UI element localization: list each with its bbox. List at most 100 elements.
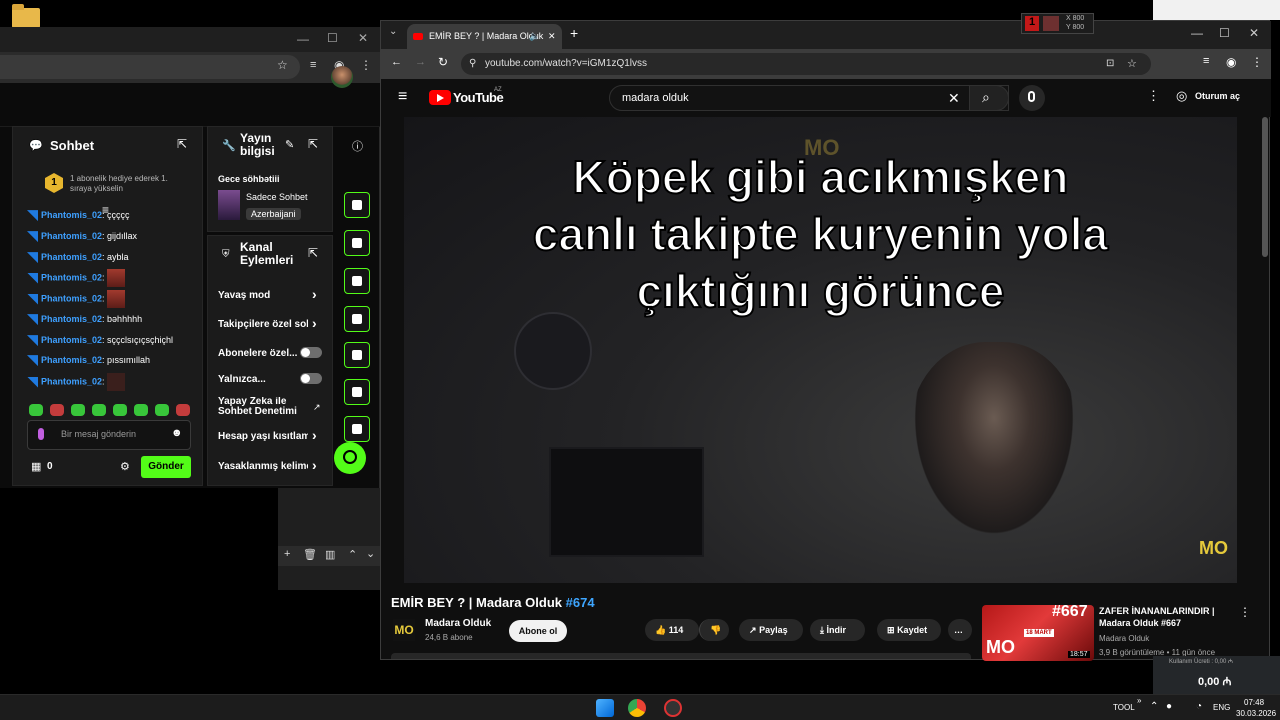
panel-icon[interactable]: ▥ bbox=[325, 548, 335, 561]
start-button-icon[interactable] bbox=[596, 699, 614, 717]
voice-search-button[interactable] bbox=[1019, 85, 1045, 111]
chevron-right-icon[interactable]: › bbox=[312, 427, 317, 443]
minimize-icon[interactable]: — bbox=[297, 32, 309, 46]
chat-username[interactable]: Phantomis_02 bbox=[41, 272, 102, 282]
media-controls-icon[interactable]: ≡ bbox=[1203, 55, 1209, 67]
more-actions-button[interactable]: … bbox=[948, 619, 972, 641]
close-icon[interactable]: ✕ bbox=[358, 31, 368, 45]
chat-username[interactable]: Phantomis_02 bbox=[41, 335, 102, 345]
bookmark-star-icon[interactable]: ☆ bbox=[1127, 53, 1137, 75]
tray-tool-label[interactable]: TOOL bbox=[1113, 703, 1135, 712]
clear-search-icon[interactable]: ✕ bbox=[948, 86, 960, 110]
back-icon[interactable]: ← bbox=[391, 56, 402, 68]
gift-leaderboard-text[interactable]: 1 abonelik hediye ederek 1. sıraya yükse… bbox=[70, 174, 168, 194]
chat-username[interactable]: Phantomis_02 bbox=[41, 293, 102, 303]
maximize-icon[interactable]: ☐ bbox=[327, 31, 338, 45]
emote-icon[interactable] bbox=[71, 404, 85, 416]
emote-icon[interactable] bbox=[92, 404, 106, 416]
chat-message[interactable]: Phantomis_02: bbox=[27, 373, 126, 391]
chat-message[interactable]: Phantomis_02: pıssımıllah bbox=[27, 352, 150, 368]
video-hashtag-link[interactable]: #674 bbox=[566, 595, 595, 610]
chat-message[interactable]: Phantomis_02: bbox=[27, 269, 126, 287]
chevron-down-icon[interactable]: ⌄ bbox=[366, 547, 375, 560]
scrollbar-thumb[interactable] bbox=[1262, 117, 1268, 257]
page-scrollbar[interactable] bbox=[1261, 117, 1269, 657]
site-info-icon[interactable]: ⚲ bbox=[469, 53, 476, 75]
reload-icon[interactable]: ↻ bbox=[438, 55, 448, 69]
user-avatar[interactable] bbox=[331, 66, 353, 88]
settings-gear-icon[interactable]: ⚙ bbox=[120, 460, 130, 473]
save-button[interactable]: ⊞ Kaydet bbox=[877, 619, 941, 641]
tray-date[interactable]: 30.03.2026 bbox=[1236, 709, 1276, 718]
install-app-icon[interactable]: ⊡ bbox=[1106, 53, 1114, 75]
followers-only-row[interactable]: Takipçilere özel soh bbox=[218, 319, 308, 330]
description-box[interactable] bbox=[391, 653, 971, 659]
chat-username[interactable]: Phantomis_02 bbox=[41, 210, 102, 220]
maximize-icon[interactable]: ☐ bbox=[1219, 26, 1230, 40]
video-player[interactable]: MO Köpek gibi acıkmışken canlı takipte k… bbox=[404, 117, 1237, 583]
info-icon[interactable]: ⓘ bbox=[352, 138, 363, 154]
chat-message[interactable]: Phantomis_02: aybla bbox=[27, 249, 129, 265]
url-field[interactable]: ☆ bbox=[0, 55, 300, 79]
rail-broadcast-button[interactable] bbox=[344, 342, 370, 368]
support-headset-button[interactable] bbox=[334, 442, 366, 474]
tray-mic-icon[interactable]: ● bbox=[1166, 701, 1172, 712]
bookmark-star-icon[interactable]: ☆ bbox=[277, 58, 288, 72]
emote-only-toggle[interactable] bbox=[300, 373, 322, 384]
chrome-taskbar-icon[interactable] bbox=[628, 699, 646, 717]
search-button[interactable]: ⌕ bbox=[969, 85, 1009, 111]
account-circle-icon[interactable]: ◎ bbox=[1176, 88, 1187, 104]
rail-chat-button[interactable] bbox=[344, 306, 370, 332]
category-thumbnail[interactable] bbox=[218, 190, 240, 220]
forward-icon[interactable]: → bbox=[415, 56, 426, 68]
send-button[interactable]: Gönder bbox=[141, 456, 191, 478]
emote-icon[interactable] bbox=[176, 404, 190, 416]
chat-message[interactable]: Phantomis_02: ççççç bbox=[27, 207, 130, 223]
chat-username[interactable]: Phantomis_02 bbox=[41, 355, 102, 365]
app-taskbar-icon[interactable] bbox=[664, 699, 682, 717]
chat-message[interactable]: Phantomis_02: bbox=[27, 290, 126, 308]
mic-icon[interactable] bbox=[38, 428, 44, 440]
chat-input[interactable]: Bir mesaj gönderin ☻ bbox=[27, 420, 191, 450]
tray-language[interactable]: ENG bbox=[1213, 703, 1230, 712]
add-icon[interactable]: + bbox=[284, 548, 290, 560]
audio-icon[interactable]: 🔈 bbox=[529, 24, 540, 49]
emote-icon[interactable] bbox=[50, 404, 64, 416]
emote-icon[interactable] bbox=[134, 404, 148, 416]
subscribers-only-toggle[interactable] bbox=[300, 347, 322, 358]
emote-icon[interactable] bbox=[155, 404, 169, 416]
external-link-icon[interactable]: ↗ bbox=[313, 402, 321, 413]
youtube-logo-icon[interactable] bbox=[429, 90, 451, 105]
tray-network-icon[interactable]: ◔ bbox=[1196, 701, 1202, 712]
emote-icon[interactable] bbox=[29, 404, 43, 416]
chevron-right-icon[interactable]: › bbox=[312, 286, 317, 302]
folder-icon[interactable] bbox=[12, 4, 40, 28]
account-age-row[interactable]: Hesap yaşı kısıtlama bbox=[218, 431, 308, 442]
popout-icon[interactable]: ⇱ bbox=[308, 246, 318, 260]
chat-message[interactable]: Phantomis_02: gijdıllax bbox=[27, 228, 137, 244]
related-channel-name[interactable]: Madara Olduk bbox=[1099, 634, 1149, 643]
more-menu-icon[interactable]: ⋮ bbox=[360, 58, 372, 72]
subscribe-button[interactable]: Abone ol bbox=[509, 620, 567, 642]
tab-search-icon[interactable]: ⌄ bbox=[389, 26, 397, 37]
rail-tools-button[interactable] bbox=[344, 416, 370, 442]
chat-username[interactable]: Phantomis_02 bbox=[41, 376, 102, 386]
emote-icon[interactable] bbox=[113, 404, 127, 416]
related-video-thumbnail[interactable]: #667 18 MART MO 18:57 bbox=[982, 605, 1094, 661]
related-more-icon[interactable]: ⋮ bbox=[1239, 605, 1251, 619]
chat-username[interactable]: Phantomis_02 bbox=[41, 314, 102, 324]
edit-pencil-icon[interactable]: ✎ bbox=[285, 138, 294, 151]
banned-words-row[interactable]: Yasaklanmış kelimel bbox=[218, 461, 308, 472]
sign-in-button[interactable]: Oturum aç bbox=[1195, 91, 1240, 101]
tray-overflow-icon[interactable]: » bbox=[1137, 696, 1141, 705]
slow-mode-row[interactable]: Yavaş mod bbox=[218, 290, 308, 301]
new-tab-icon[interactable]: + bbox=[570, 25, 578, 41]
chevron-right-icon[interactable]: › bbox=[312, 315, 317, 331]
channel-avatar[interactable]: MO bbox=[393, 619, 415, 641]
close-icon[interactable]: ✕ bbox=[1249, 26, 1259, 40]
tray-chevron-up-icon[interactable]: ⌃ bbox=[1150, 701, 1158, 712]
chevron-right-icon[interactable]: › bbox=[312, 457, 317, 473]
channel-name[interactable]: Madara Olduk bbox=[425, 618, 491, 629]
delete-icon[interactable]: 🗑 bbox=[303, 548, 317, 561]
rail-video-button[interactable] bbox=[344, 379, 370, 405]
